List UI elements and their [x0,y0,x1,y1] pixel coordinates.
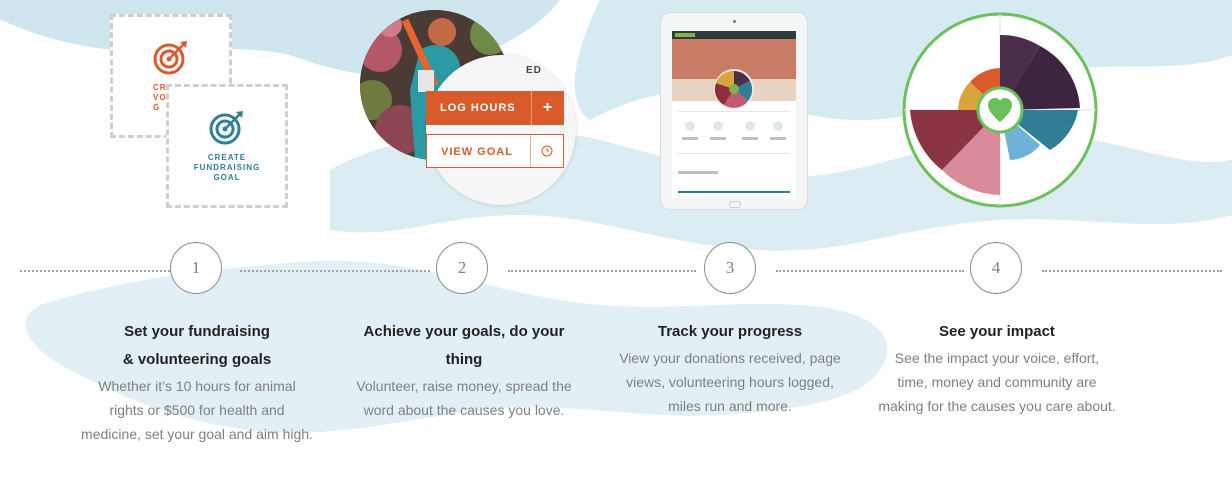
impact-wheel [902,12,1098,208]
step-description: Volunteer, raise money, spread the word … [356,378,572,418]
step-title: See your impact [939,323,1055,340]
edit-label: ED [526,65,542,76]
dashboard-art [672,31,796,193]
clock-icon [530,135,563,167]
step-description: Whether it’s 10 hours for animal rights … [81,378,313,442]
target-icon [153,41,187,75]
step-title: Achieve your goals, do your thing [363,323,565,368]
tablet-home-button [729,201,741,208]
target-icon [209,111,243,145]
step-title: Track your progress [657,323,803,340]
view-goal-label: VIEW GOAL [441,146,513,158]
fundraising-goal-card[interactable]: CREATE FUNDRAISING GOAL [166,84,288,208]
step-description: View your donations received, page views… [619,350,841,414]
menu-zoom-circle: ED [426,55,576,205]
step-number-2: 2 [436,242,488,294]
timeline-dots [20,270,170,272]
tablet-camera [733,20,736,23]
timeline-dots [776,270,964,272]
timeline-dots [1042,270,1222,272]
step-1-text: Set your fundraising & volunteering goal… [72,318,322,446]
timeline-dots [508,270,696,272]
tablet-screen [672,31,796,199]
step-number-3: 3 [704,242,756,294]
step-4-text: See your impact See the impact your voic… [874,318,1120,418]
step-description: See the impact your voice, effort, time,… [878,350,1116,414]
step-2-text: Achieve your goals, do your thing Volunt… [346,318,582,422]
step-number-4: 4 [970,242,1022,294]
fundraising-card-label: CREATE FUNDRAISING GOAL [193,153,261,182]
log-hours-button[interactable]: LOG HOURS + [426,91,564,125]
timeline-dots [240,270,430,272]
log-hours-label: LOG HOURS [440,102,516,114]
step-number-1: 1 [170,242,222,294]
tablet-dashboard [660,12,808,210]
step-title: Set your fundraising & volunteering goal… [122,323,272,368]
step-3-text: Track your progress View your donations … [612,318,848,418]
plus-icon: + [531,91,564,125]
view-goal-button[interactable]: VIEW GOAL [426,134,564,168]
